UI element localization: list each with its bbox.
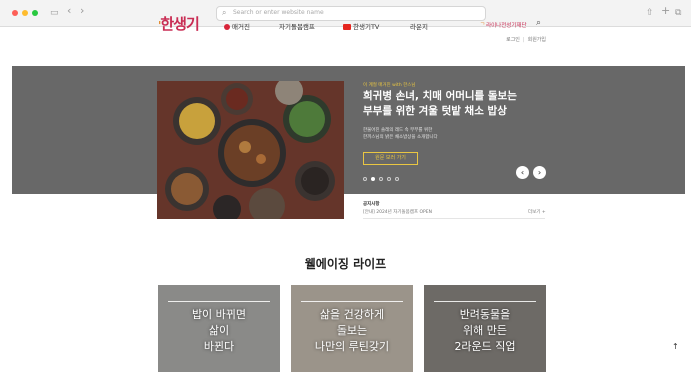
food-table-illustration bbox=[157, 81, 344, 219]
search-icon: ⌕ bbox=[222, 8, 227, 17]
back-to-top-icon[interactable]: ↑ bbox=[672, 342, 679, 351]
forward-icon[interactable]: › bbox=[80, 5, 84, 17]
tab-overview-icon[interactable]: ⧉ bbox=[675, 7, 681, 19]
pager-dot[interactable] bbox=[395, 177, 399, 181]
nav-tv[interactable]: 한생기TV bbox=[343, 21, 379, 31]
section-title: 웰에이징 라이프 bbox=[304, 257, 387, 271]
address-bar[interactable]: ⌕ Search or enter website name bbox=[216, 6, 486, 21]
card-3[interactable]: 반려동물을 위해 만든 2라운드 직업 bbox=[424, 285, 546, 372]
site-logo[interactable]: '한생기 bbox=[158, 13, 200, 34]
card-title: 반려동물을 위해 만든 2라운드 직업 bbox=[454, 308, 516, 353]
card-title: 밥이 바뀌면 삶이 바뀐다 bbox=[191, 308, 247, 353]
notice-text[interactable]: [안내] 2024년 자기돌봄캠프 OPEN bbox=[363, 209, 432, 215]
join-link[interactable]: 회원가입 bbox=[528, 37, 546, 43]
site-header: 로그인 | 회원가입 bbox=[0, 28, 691, 66]
notice-divider bbox=[363, 218, 545, 219]
card-2[interactable]: 삶을 건강하게 돌보는 나만의 루틴갖기 bbox=[291, 285, 413, 372]
back-icon[interactable]: ‹ bbox=[67, 5, 71, 17]
read-article-button[interactable]: 원문 보러 가기 bbox=[363, 152, 418, 165]
next-slide-button[interactable]: › bbox=[533, 166, 546, 179]
slide-description: 한물어진 솔레의 레드 속 부부를 위한 한끼스님의 밝은 채소밥상을 소개합니… bbox=[363, 128, 438, 140]
hero-food-photo[interactable] bbox=[157, 81, 344, 219]
pager-dot[interactable] bbox=[363, 177, 367, 181]
new-tab-icon[interactable]: + bbox=[661, 5, 670, 17]
pager-dot-active[interactable] bbox=[371, 177, 375, 181]
pager-dot[interactable] bbox=[387, 177, 391, 181]
site-search-icon[interactable]: ⌕ bbox=[536, 18, 541, 28]
minimize-window-button[interactable] bbox=[22, 10, 28, 16]
hero-banner bbox=[12, 66, 685, 194]
card-rule bbox=[301, 301, 403, 302]
utility-links: 로그인 | 회원가입 bbox=[506, 37, 546, 43]
card-rule bbox=[434, 301, 536, 302]
pager-dot[interactable] bbox=[379, 177, 383, 181]
close-window-button[interactable] bbox=[12, 10, 18, 16]
login-link[interactable]: 로그인 bbox=[506, 37, 520, 43]
nav-magazine[interactable]: 매거진 bbox=[224, 21, 250, 31]
foundation-link[interactable]: ᄀ라이나전성기재단 bbox=[480, 21, 527, 29]
magazine-dot-icon bbox=[224, 24, 230, 30]
nav-selfcare-camp[interactable]: 자기돌봄캠프 bbox=[279, 21, 315, 31]
sidebar-toggle-icon[interactable]: ▭ bbox=[50, 7, 59, 19]
share-icon[interactable]: ⇧ bbox=[646, 7, 654, 19]
card-1[interactable]: 밥이 바뀌면 삶이 바뀐다 bbox=[158, 285, 280, 372]
nav-lounge[interactable]: 라운지 bbox=[410, 21, 428, 31]
notice-more-link[interactable]: 더보기 + bbox=[528, 209, 546, 215]
notice-label: 공지사항 bbox=[363, 202, 380, 207]
card-rule bbox=[168, 301, 270, 302]
address-bar-placeholder: Search or enter website name bbox=[233, 9, 324, 16]
zoom-window-button[interactable] bbox=[32, 10, 38, 16]
card-title: 삶을 건강하게 돌보는 나만의 루틴갖기 bbox=[314, 308, 390, 353]
prev-slide-button[interactable]: ‹ bbox=[516, 166, 529, 179]
slide-title[interactable]: 희귀병 손녀, 치매 어머니를 돌보는 부부를 위한 겨울 텃밭 채소 밥상 bbox=[363, 89, 517, 119]
slide-eyebrow: 이 계절 매거진 with 한스님 bbox=[363, 83, 416, 88]
youtube-icon bbox=[343, 24, 351, 30]
browser-window: ▭ ‹ › ⌕ Search or enter website name ⇧ +… bbox=[0, 0, 691, 372]
